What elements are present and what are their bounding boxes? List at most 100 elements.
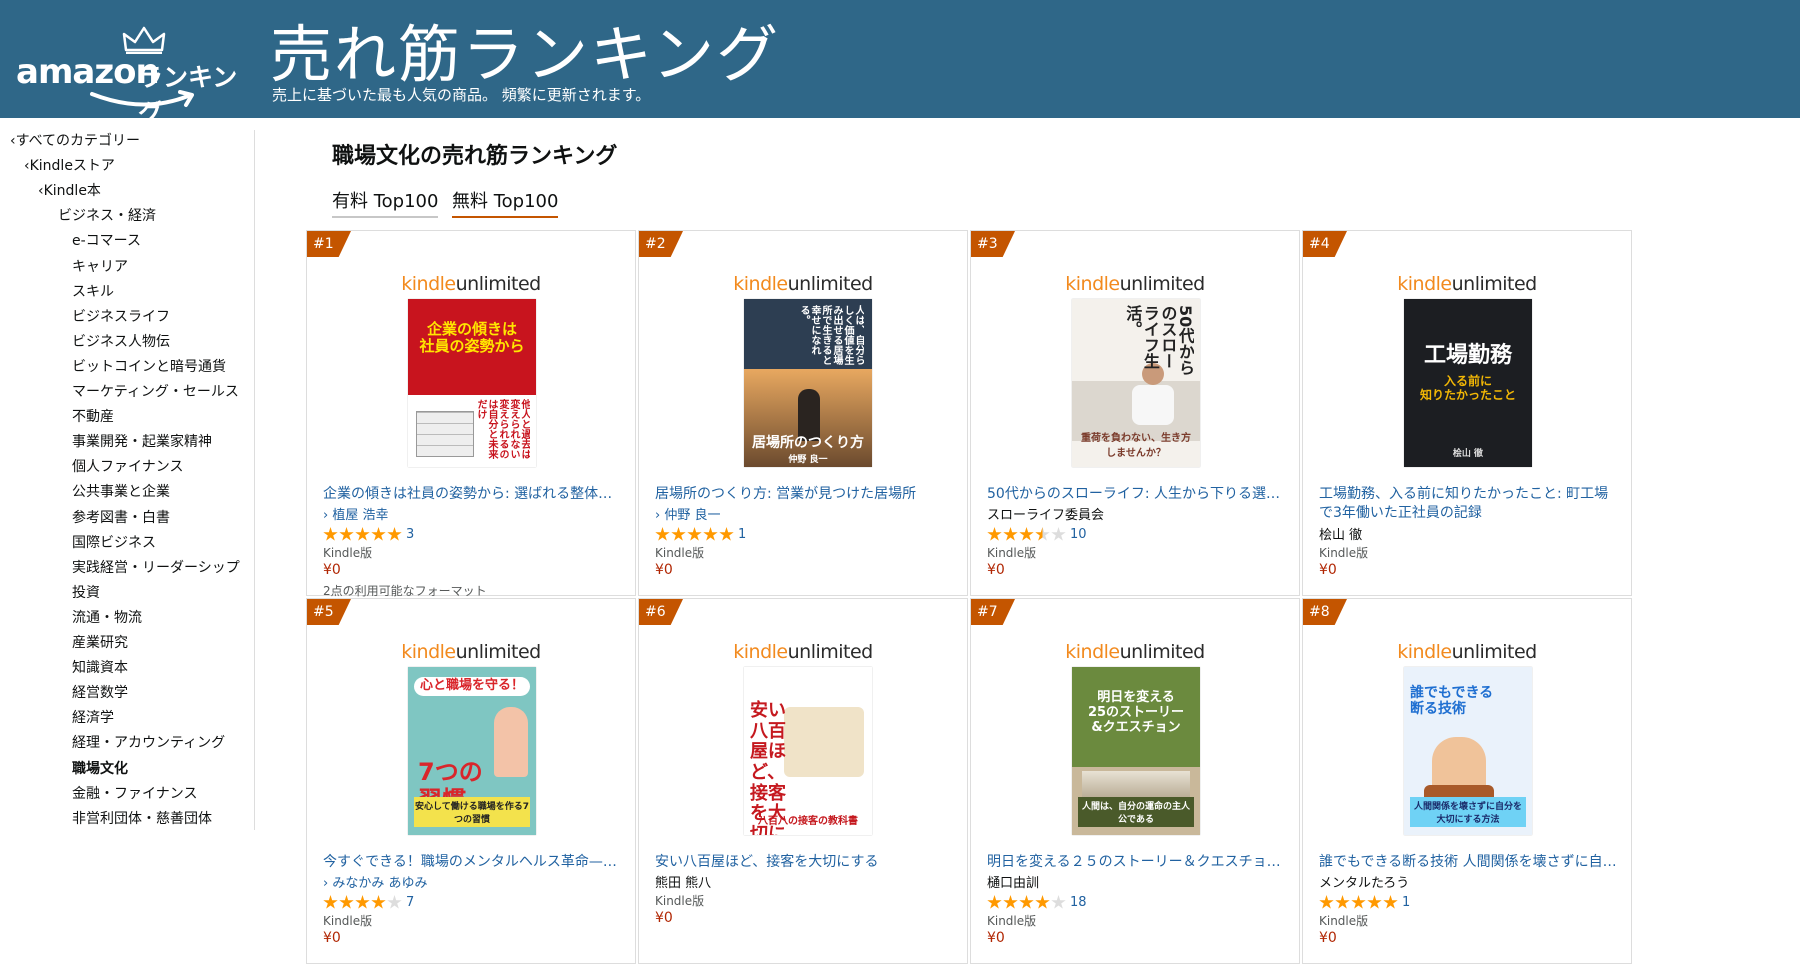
rank-badge: #3 bbox=[971, 231, 1015, 257]
review-count[interactable]: 1 bbox=[1402, 895, 1410, 910]
book-price: ¥0 bbox=[1319, 562, 1337, 578]
cover-title: 心と職場を守る！ bbox=[414, 677, 530, 696]
kindle-unlimited-logo: kindleunlimited bbox=[1303, 641, 1631, 663]
sidebar-item[interactable]: ‹Kindle本 bbox=[38, 180, 101, 200]
star-rating[interactable]: 10 bbox=[987, 524, 1087, 542]
sidebar-item[interactable]: 産業研究 bbox=[72, 632, 128, 652]
sidebar-item[interactable]: ビジネスライフ bbox=[72, 306, 170, 326]
book-cover[interactable]: 明日を変える 25のストーリー &クエスチョン 人間は、自分の運命の主人公である bbox=[1072, 667, 1200, 835]
book-price: ¥0 bbox=[655, 562, 673, 578]
kindle-unlimited-logo: kindleunlimited bbox=[971, 273, 1299, 295]
sidebar-item[interactable]: 金融・ファイナンス bbox=[72, 783, 197, 803]
book-title-link[interactable]: 居場所のつくり方: 営業が見つけた居場所 bbox=[655, 485, 955, 504]
cover-vertical-text: 50代からのスローライフ生活。 bbox=[1123, 305, 1194, 376]
book-title-link[interactable]: 誰でもできる断る技術 人間関係を壊さずに自… bbox=[1319, 853, 1619, 872]
sidebar-item[interactable]: ビットコインと暗号通貨 bbox=[72, 356, 226, 376]
sidebar-item[interactable]: 事業開発・起業家精神 bbox=[72, 431, 212, 451]
review-count[interactable]: 10 bbox=[1070, 527, 1087, 542]
book-format: Kindle版 bbox=[987, 914, 1037, 928]
star-icon bbox=[1351, 895, 1366, 909]
sidebar-item[interactable]: ビジネス人物伝 bbox=[72, 331, 170, 351]
book-title-link[interactable]: 安い八百屋ほど、接客を大切にする bbox=[655, 853, 955, 872]
sidebar-item[interactable]: e-コマース bbox=[72, 230, 141, 250]
cover-tagline: 安心して働ける職場を作る7つの習慣 bbox=[414, 797, 530, 827]
book-cover[interactable]: 企業の傾きは 社員の姿勢から 他人と過去は変えられない 変えられるのは自分と未来だ… bbox=[408, 299, 536, 467]
amazon-ranking-logo[interactable]: amazon ランキング bbox=[16, 18, 256, 128]
sidebar-item[interactable]: 知識資本 bbox=[72, 657, 128, 677]
sidebar-item[interactable]: ‹Kindleストア bbox=[24, 155, 115, 175]
star-icon bbox=[355, 895, 370, 909]
sidebar-item[interactable]: 経理・アカウンティング bbox=[72, 732, 225, 752]
star-rating[interactable]: 7 bbox=[323, 892, 414, 910]
category-sidebar: ‹すべてのカテゴリー ‹Kindleストア ‹Kindle本ビジネス・経済 e-コマー… bbox=[0, 130, 255, 830]
sidebar-item[interactable]: スキル bbox=[72, 281, 114, 301]
star-icon bbox=[1319, 895, 1334, 909]
star-icon bbox=[655, 527, 670, 541]
book-price: ¥0 bbox=[987, 930, 1005, 946]
ku-unlimited: unlimited bbox=[455, 641, 542, 663]
sidebar-item[interactable]: 投資 bbox=[72, 582, 100, 602]
tab-free-top100[interactable]: 無料 Top100 bbox=[452, 187, 559, 218]
book-title-link[interactable]: 50代からのスローライフ: 人生から下りる選… bbox=[987, 485, 1287, 504]
book-card: #6 kindleunlimited 安い八百屋ほど、 接客を大切にする。八百八の接… bbox=[638, 598, 968, 964]
book-title-link[interactable]: 工場勤務、入る前に知りたかったこと: 町工場で3年働いた正社員の記録 bbox=[1319, 485, 1619, 523]
book-cover[interactable]: 50代からのスローライフ生活。 重荷を負わない、生き方しませんか？ bbox=[1072, 299, 1200, 467]
cover-title: 居場所のつくり方 bbox=[752, 435, 864, 451]
sidebar-item[interactable]: 経営数学 bbox=[72, 682, 128, 702]
sidebar-item[interactable]: 個人ファイナンス bbox=[72, 456, 183, 476]
star-icon bbox=[1383, 895, 1398, 909]
book-title-link[interactable]: 今すぐできる！職場のメンタルヘルス革命—… bbox=[323, 853, 623, 872]
book-cover[interactable]: 工場勤務 入る前に 知りたかったこと 桧山 徹 bbox=[1404, 299, 1532, 467]
tab-paid-top100[interactable]: 有料 Top100 bbox=[332, 187, 439, 218]
ku-kindle: kindle bbox=[733, 641, 788, 663]
book-title-link[interactable]: 明日を変える２５のストーリー＆クエスチョ… bbox=[987, 853, 1287, 872]
star-icon bbox=[371, 895, 386, 909]
sidebar-item[interactable]: キャリア bbox=[72, 256, 128, 276]
rank-badge: #4 bbox=[1303, 231, 1347, 257]
star-icon bbox=[1019, 527, 1034, 541]
book-cover[interactable]: 人は、自分らしく価値を生み出せる居場所で生きると幸せになれる。 居場所のつくり方仲… bbox=[744, 299, 872, 467]
book-title-link[interactable]: 企業の傾きは社員の姿勢から: 選ばれる整体… bbox=[323, 485, 623, 504]
cover-vertical-text: 他人と過去は変えられない 変えられるのは自分と未来だけ bbox=[475, 399, 530, 459]
book-format: Kindle版 bbox=[987, 546, 1037, 560]
kindle-unlimited-logo: kindleunlimited bbox=[639, 273, 967, 295]
star-rating[interactable]: 1 bbox=[1319, 892, 1410, 910]
book-author[interactable]: › 仲野 良一 bbox=[655, 504, 720, 523]
sidebar-item[interactable]: 国際ビジネス bbox=[72, 532, 156, 552]
star-rating[interactable]: 1 bbox=[655, 524, 746, 542]
sidebar-item[interactable]: マーケティング・セールス bbox=[72, 381, 239, 401]
banner-title: 売れ筋ランキング bbox=[270, 18, 781, 91]
sidebar-item[interactable]: ‹すべてのカテゴリー bbox=[10, 130, 140, 150]
sidebar-item[interactable]: ビジネス・経済 bbox=[58, 205, 156, 225]
book-author[interactable]: › みなかみ あゆみ bbox=[323, 872, 427, 891]
star-icon bbox=[671, 527, 686, 541]
sidebar-item[interactable]: 経済学 bbox=[72, 707, 114, 727]
star-icon bbox=[323, 895, 338, 909]
book-cover[interactable]: 心と職場を守る！7つの習慣安心して働ける職場を作る7つの習慣 bbox=[408, 667, 536, 835]
book-author[interactable]: › 植屋 浩幸 bbox=[323, 504, 388, 523]
star-rating[interactable]: 3 bbox=[323, 524, 414, 542]
crown-icon bbox=[122, 26, 166, 54]
book-cover[interactable]: 安い八百屋ほど、 接客を大切にする。八百八の接客の教科書 bbox=[744, 667, 872, 835]
star-rating[interactable]: 18 bbox=[987, 892, 1087, 910]
more-formats-link[interactable]: 2点の利用可能なフォーマット bbox=[323, 582, 487, 599]
sidebar-item[interactable]: 不動産 bbox=[72, 406, 114, 426]
sidebar-item[interactable]: 参考図書・白書 bbox=[72, 507, 170, 527]
kindle-unlimited-logo: kindleunlimited bbox=[971, 641, 1299, 663]
review-count[interactable]: 3 bbox=[406, 527, 414, 542]
star-icon bbox=[387, 527, 402, 541]
review-count[interactable]: 7 bbox=[406, 895, 414, 910]
book-price: ¥0 bbox=[323, 930, 341, 946]
ku-unlimited: unlimited bbox=[1119, 641, 1206, 663]
sidebar-item[interactable]: 実践経営・リーダーシップ bbox=[72, 557, 240, 577]
sidebar-item[interactable]: 公共事業と企業 bbox=[72, 481, 170, 501]
sidebar-item[interactable]: 流通・物流 bbox=[72, 607, 142, 627]
sidebar-item[interactable]: 非営利団体・慈善団体 bbox=[72, 808, 212, 828]
review-count[interactable]: 18 bbox=[1070, 895, 1087, 910]
book-cover[interactable]: 誰でもできる 断る技術 人間関係を壊さずに自分を大切にする方法 bbox=[1404, 667, 1532, 835]
book-card: #1 kindleunlimited 企業の傾きは 社員の姿勢から 他人と過去は変えら… bbox=[306, 230, 636, 599]
review-count[interactable]: 1 bbox=[738, 527, 746, 542]
ku-kindle: kindle bbox=[1397, 273, 1452, 295]
page-title: 職場文化の売れ筋ランキング bbox=[332, 144, 618, 169]
cover-tagline: 人間関係を壊さずに自分を大切にする方法 bbox=[1410, 797, 1526, 827]
